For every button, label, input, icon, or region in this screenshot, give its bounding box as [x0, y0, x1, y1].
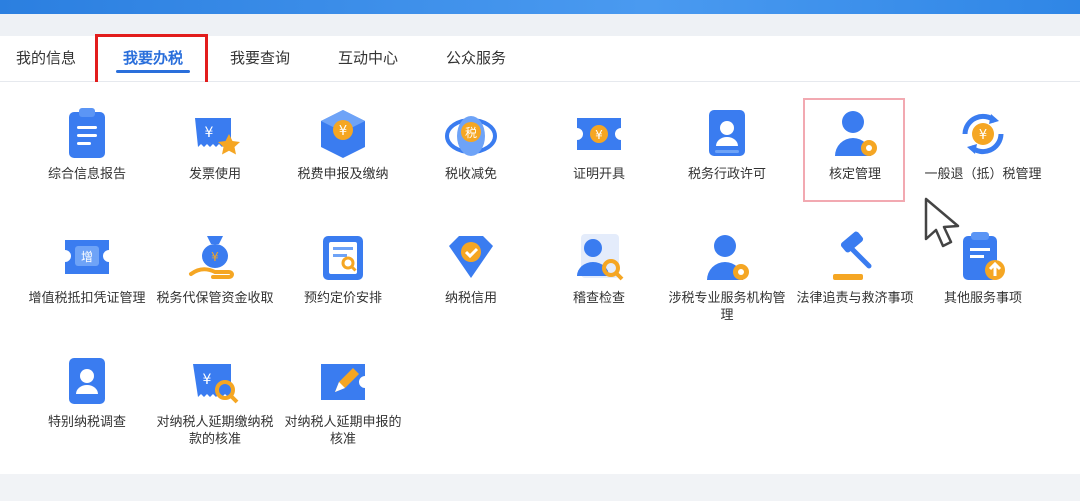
special-investigation-icon — [69, 358, 105, 404]
svg-text:¥: ¥ — [979, 128, 987, 143]
tab-my-info[interactable]: 我的信息 — [0, 36, 92, 81]
service-tile-assessment-management[interactable]: 核定管理 — [792, 106, 918, 183]
service-tile-invoice-use[interactable]: ¥ 发票使用 — [152, 106, 278, 183]
service-tile-tax-refund[interactable]: ¥ 一般退（抵）税管理 — [920, 106, 1046, 183]
footer-area — [0, 474, 1080, 501]
header-strip — [0, 14, 1080, 36]
svg-text:¥: ¥ — [211, 250, 219, 264]
service-tile-special-investigation[interactable]: 特别纳税调查 — [24, 354, 150, 431]
service-tile-comprehensive-report[interactable]: 综合信息报告 — [24, 106, 150, 183]
deferred-declaration-icon — [321, 364, 365, 400]
tax-reduction-icon: 税 — [445, 116, 497, 156]
service-tile-custody-funds[interactable]: ¥ 税务代保管资金收取 — [152, 230, 278, 307]
invoice-star-icon: ¥ — [195, 118, 240, 155]
user-gear-icon — [835, 111, 877, 156]
tax-cube-icon: ¥ — [321, 110, 365, 158]
deferred-payment-icon: ¥ — [193, 364, 239, 404]
certificate-ticket-icon: ¥ — [577, 118, 621, 150]
agency-gear-icon — [707, 235, 749, 280]
svg-text:¥: ¥ — [205, 125, 214, 141]
svg-text:¥: ¥ — [595, 128, 603, 142]
svg-text:¥: ¥ — [339, 124, 347, 139]
service-tile-inspection[interactable]: 稽查检查 — [536, 230, 662, 307]
tab-interaction-center[interactable]: 互动中心 — [322, 36, 414, 81]
active-tab-underline — [116, 70, 190, 73]
mouse-cursor-icon — [924, 197, 960, 248]
top-header-bar — [0, 0, 1080, 14]
tab-tax-handling[interactable]: 我要办税 — [104, 36, 202, 81]
service-grid-panel: 综合信息报告 ¥ 发票使用 ¥ 税费申报及缴纳 税 税收减免 ¥ 证明开具 税务… — [0, 82, 1080, 474]
svg-text:¥: ¥ — [203, 372, 212, 388]
tab-public-service[interactable]: 公众服务 — [430, 36, 522, 81]
money-bag-hand-icon: ¥ — [189, 236, 234, 279]
service-tile-tax-declaration[interactable]: ¥ 税费申报及缴纳 — [280, 106, 406, 183]
admin-permit-icon — [709, 110, 745, 156]
service-tile-vat-voucher[interactable]: 增 增值税抵扣凭证管理 — [24, 230, 150, 307]
service-tile-professional-agency[interactable]: 涉税专业服务机构管理 — [664, 230, 790, 324]
service-tile-certificate[interactable]: ¥ 证明开具 — [536, 106, 662, 183]
svg-text:税: 税 — [465, 126, 477, 140]
user-search-icon — [577, 234, 624, 281]
refund-cycle-icon: ¥ — [962, 113, 1004, 155]
service-tile-tax-reduction[interactable]: 税 税收减免 — [408, 106, 534, 183]
clipboard-report-icon — [69, 108, 105, 158]
service-tile-admin-permit[interactable]: 税务行政许可 — [664, 106, 790, 183]
document-search-icon — [323, 236, 363, 280]
service-tile-deferred-payment[interactable]: ¥ 对纳税人延期缴纳税款的核准 — [152, 354, 278, 448]
main-tab-bar: 我的信息 我要办税 我要查询 互动中心 公众服务 — [0, 36, 1080, 82]
credit-diamond-icon — [449, 236, 493, 278]
service-tile-tax-credit[interactable]: 纳税信用 — [408, 230, 534, 307]
vat-voucher-icon: 增 — [65, 240, 109, 274]
service-tile-legal-remedy[interactable]: 法律追责与救济事项 — [792, 230, 918, 307]
svg-text:增: 增 — [81, 250, 93, 264]
tab-my-query[interactable]: 我要查询 — [214, 36, 306, 81]
service-tile-pricing-arrangement[interactable]: 预约定价安排 — [280, 230, 406, 307]
gavel-icon — [833, 231, 872, 280]
service-tile-deferred-declaration[interactable]: 对纳税人延期申报的核准 — [280, 354, 406, 448]
